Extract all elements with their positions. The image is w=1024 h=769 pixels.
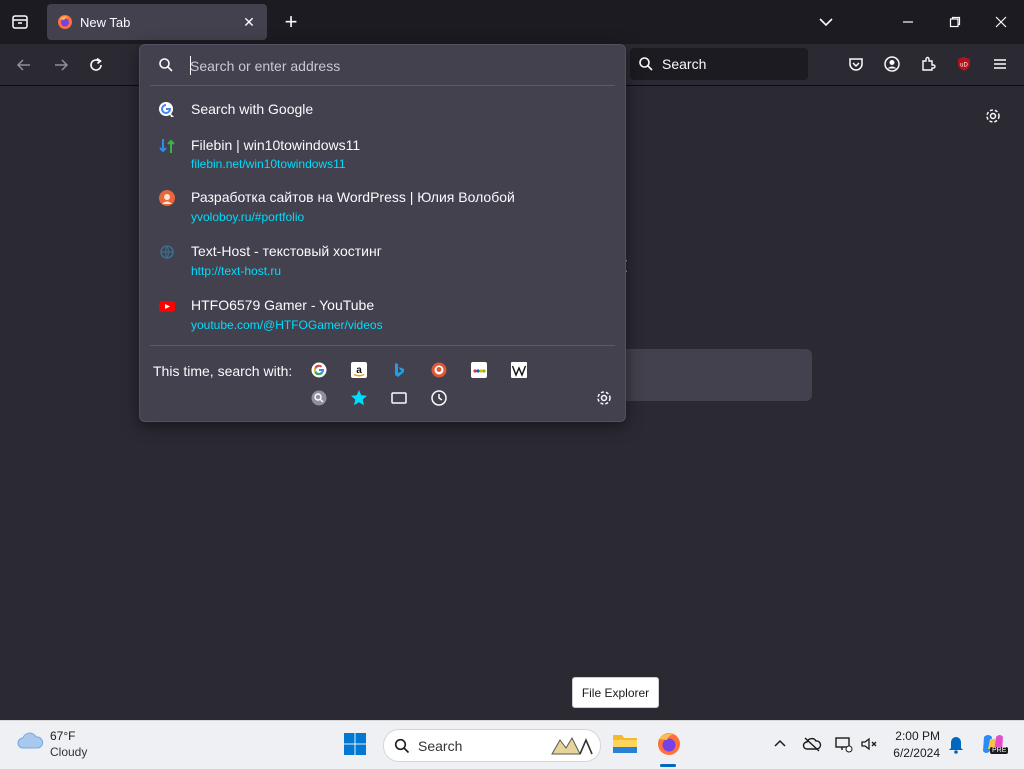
suggestion-title: HTFO6579 Gamer - YouTube xyxy=(191,297,375,313)
search-bar[interactable]: Search xyxy=(630,48,808,80)
suggestion-title: Search with Google xyxy=(191,101,314,117)
firefox-icon xyxy=(58,15,72,29)
firefox-taskbar-icon[interactable] xyxy=(655,730,683,758)
taskbar-search[interactable]: Search xyxy=(383,729,601,762)
minimize-icon[interactable] xyxy=(896,10,920,34)
cloud-icon[interactable] xyxy=(16,730,44,754)
extensions-icon[interactable] xyxy=(916,52,940,76)
suggestion-title: Разработка сайтов на WordPress | Юлия Во… xyxy=(191,189,515,205)
reload-icon[interactable] xyxy=(84,53,108,77)
clock-icon[interactable] xyxy=(430,389,448,407)
star-icon[interactable] xyxy=(350,389,368,407)
suggestion-title: Filebin | win10towindows11 xyxy=(191,137,361,153)
tab-close-icon[interactable]: ✕ xyxy=(237,10,261,34)
youtube-icon xyxy=(159,301,175,312)
one-off-search-label: This time, search with: xyxy=(153,363,293,379)
account-icon[interactable] xyxy=(880,52,904,76)
tab-title: New Tab xyxy=(80,14,131,30)
chevron-down-icon[interactable] xyxy=(814,10,838,34)
weather-temperature[interactable]: 67°F xyxy=(50,729,75,743)
tooltip: File Explorer xyxy=(572,677,659,708)
history-search-engine-icon[interactable] xyxy=(310,389,328,407)
network-icon[interactable] xyxy=(834,735,854,753)
duckduckgo-engine-icon[interactable] xyxy=(430,361,448,379)
clock-date[interactable]: 6/2/2024 xyxy=(880,746,940,760)
file-explorer-icon[interactable] xyxy=(611,730,639,758)
bing-engine-icon[interactable] xyxy=(390,361,408,379)
menu-icon[interactable] xyxy=(988,52,1012,76)
wikipedia-engine-icon[interactable] xyxy=(510,361,528,379)
volume-muted-icon[interactable] xyxy=(860,735,880,753)
onedrive-offline-icon[interactable] xyxy=(802,735,822,753)
search-icon xyxy=(159,58,173,72)
search-icon xyxy=(394,738,410,753)
svg-text:a: a xyxy=(356,365,362,376)
ublock-origin-icon[interactable]: uD xyxy=(952,52,976,76)
new-tab-button[interactable]: + xyxy=(279,9,303,34)
urlbar-dropdown: Search with Google Filebin | win10towind… xyxy=(139,44,626,422)
suggestion-text-host[interactable]: Text-Host - текстовый хостинг http://tex… xyxy=(140,239,625,283)
restore-icon[interactable] xyxy=(943,10,967,34)
active-app-indicator xyxy=(660,764,676,767)
chevron-up-icon[interactable] xyxy=(771,735,789,753)
suggestion-url: http://text-host.ru xyxy=(191,264,282,278)
globe-icon xyxy=(160,245,174,260)
content-search-field[interactable] xyxy=(620,349,812,401)
suggestion-youtube[interactable]: HTFO6579 Gamer - YouTube youtube.com/@HT… xyxy=(140,293,625,337)
back-icon[interactable] xyxy=(12,53,36,77)
google-search-icon xyxy=(159,102,174,117)
search-highlight-icon xyxy=(551,736,593,755)
suggestion-yvoloboy[interactable]: Разработка сайтов на WordPress | Юлия Во… xyxy=(140,185,625,229)
pocket-icon[interactable] xyxy=(844,52,868,76)
copilot-icon[interactable]: PRE xyxy=(980,731,1009,757)
site-favicon-icon xyxy=(159,190,175,206)
close-window-icon[interactable] xyxy=(989,10,1013,34)
search-icon xyxy=(639,57,653,71)
divider xyxy=(150,345,615,346)
windows-start-icon[interactable] xyxy=(343,732,367,756)
address-input[interactable] xyxy=(190,55,610,77)
firefox-view-icon[interactable] xyxy=(8,10,32,34)
ebay-engine-icon[interactable] xyxy=(470,361,488,379)
tab-new-tab[interactable]: New Tab ✕ xyxy=(47,4,267,40)
search-settings-gear-icon[interactable] xyxy=(595,389,613,407)
text-caret xyxy=(190,56,191,75)
forward-icon[interactable] xyxy=(49,53,73,77)
taskbar-search-label: Search xyxy=(418,737,463,754)
svg-text:uD: uD xyxy=(960,63,968,69)
suggestion-url: youtube.com/@HTFOGamer/videos xyxy=(191,318,383,332)
clock-time[interactable]: 2:00 PM xyxy=(880,729,940,743)
suggestion-url: filebin.net/win10towindows11 xyxy=(191,157,346,171)
amazon-engine-icon[interactable]: a xyxy=(350,361,368,379)
gear-icon[interactable] xyxy=(981,104,1005,128)
notification-bell-icon[interactable] xyxy=(947,734,965,754)
search-bar-label: Search xyxy=(662,56,707,72)
suggestion-filebin[interactable]: Filebin | win10towindows11 filebin.net/w… xyxy=(140,131,625,175)
copilot-badge: PRE xyxy=(990,747,1009,754)
urlbar[interactable] xyxy=(140,45,625,85)
suggestion-search-google[interactable]: Search with Google xyxy=(140,93,625,125)
google-engine-icon[interactable] xyxy=(310,361,328,379)
suggestion-title: Text-Host - текстовый хостинг xyxy=(191,243,382,259)
tabs-icon[interactable] xyxy=(390,389,408,407)
divider xyxy=(150,85,615,86)
suggestion-url: yvoloboy.ru/#portfolio xyxy=(191,210,305,224)
weather-description[interactable]: Cloudy xyxy=(50,745,87,759)
filebin-icon xyxy=(159,139,175,153)
